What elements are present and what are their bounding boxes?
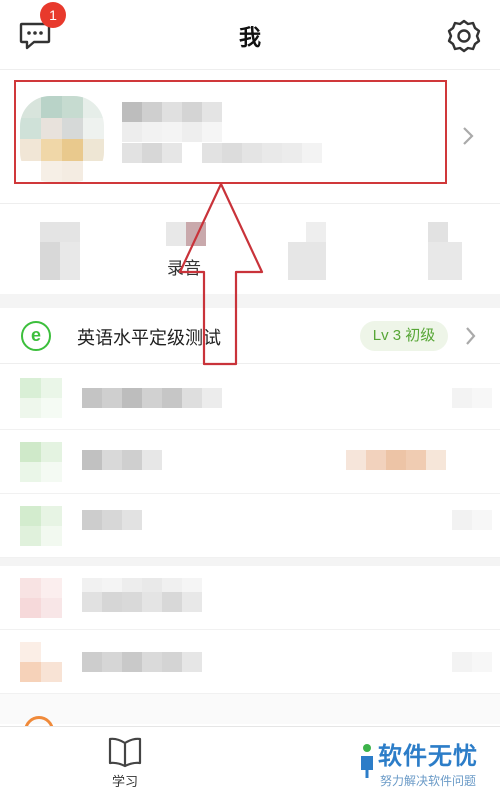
up-arrow-annotation xyxy=(178,182,264,366)
stat-item[interactable] xyxy=(428,222,488,284)
watermark: 软件无忧 努力解决软件问题 xyxy=(356,732,500,794)
section-divider xyxy=(0,558,500,566)
watermark-logo-icon xyxy=(361,744,373,778)
list-item-icon xyxy=(20,378,62,418)
list-item[interactable] xyxy=(0,494,500,558)
book-icon xyxy=(108,737,142,768)
stat-item[interactable] xyxy=(288,222,348,284)
page-title: 我 xyxy=(238,26,261,51)
tab-study-label: 学习 xyxy=(111,775,138,790)
gear-icon[interactable] xyxy=(446,18,482,54)
tab-study[interactable]: 学习 xyxy=(96,735,154,795)
list-item-icon xyxy=(20,642,62,682)
list-item-icon xyxy=(20,578,62,618)
e-circle-icon: e xyxy=(21,321,51,351)
list-item[interactable] xyxy=(0,566,500,630)
chevron-right-icon xyxy=(460,124,476,148)
section-divider xyxy=(0,694,500,724)
watermark-title: 软件无忧 xyxy=(378,742,478,770)
level-badge: Lv 3 初级 xyxy=(360,321,448,351)
list-item[interactable] xyxy=(0,430,500,494)
list-item-icon xyxy=(20,442,62,482)
chevron-right-icon xyxy=(464,325,478,347)
list-item-icon xyxy=(20,506,62,546)
list-item[interactable] xyxy=(0,366,500,430)
watermark-subtitle: 努力解决软件问题 xyxy=(380,774,477,788)
highlight-annotation-box xyxy=(14,80,447,184)
top-bar: 1 我 xyxy=(0,0,500,70)
stat-item[interactable] xyxy=(40,222,100,284)
list-item[interactable] xyxy=(0,630,500,694)
